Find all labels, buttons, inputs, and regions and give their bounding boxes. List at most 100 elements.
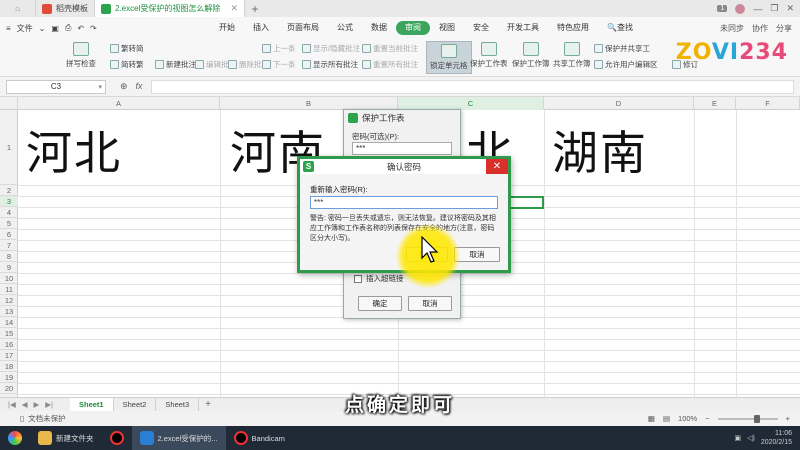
row-header-16[interactable]: 16: [0, 339, 18, 350]
reset-all-comments-button[interactable]: 重置所有批注: [362, 59, 418, 70]
row-header-14[interactable]: 14: [0, 317, 18, 328]
name-box[interactable]: C3 ▾: [6, 79, 106, 94]
zoom-formula-icon[interactable]: ⊕: [120, 81, 128, 92]
column-header-a[interactable]: A: [18, 97, 220, 110]
collaborate-button[interactable]: 协作: [752, 23, 768, 34]
column-header-f[interactable]: F: [736, 97, 800, 110]
save-icon[interactable]: ▣: [51, 24, 59, 33]
share-workbook-button[interactable]: 共享工作簿: [553, 42, 591, 69]
allow-users-edit-button[interactable]: 允许用户编辑区: [594, 59, 658, 70]
menu-item-page-layout[interactable]: 页面布局: [278, 21, 328, 35]
menu-item-view[interactable]: 视图: [430, 21, 464, 35]
select-all-corner[interactable]: [0, 97, 18, 110]
maximize-icon[interactable]: ❐: [770, 3, 778, 14]
row-header-8[interactable]: 8: [0, 251, 18, 262]
protect-workbook-button[interactable]: 保护工作簿: [512, 42, 550, 69]
row-header-7[interactable]: 7: [0, 240, 18, 251]
menu-item-features[interactable]: 特色应用: [548, 21, 598, 35]
chevron-down-icon[interactable]: ▾: [98, 83, 102, 91]
menu-item-security[interactable]: 安全: [464, 21, 498, 35]
row-header-18[interactable]: 18: [0, 361, 18, 372]
taskbar-item-record[interactable]: [102, 426, 132, 450]
checkbox[interactable]: [354, 274, 362, 283]
clock[interactable]: 11:06 2020/2/15: [761, 429, 792, 447]
home-icon: ⌂: [15, 4, 20, 13]
row-header-12[interactable]: 12: [0, 295, 18, 306]
column-header-e[interactable]: E: [694, 97, 736, 110]
column-header-d[interactable]: D: [544, 97, 694, 110]
row-header-15[interactable]: 15: [0, 328, 18, 339]
close-icon[interactable]: ✕: [230, 3, 238, 14]
menu-item-developer[interactable]: 开发工具: [498, 21, 548, 35]
show-hide-comment-button[interactable]: 显示/隐藏批注: [302, 43, 360, 54]
file-menu[interactable]: 文件: [17, 23, 33, 34]
cell-a1[interactable]: 河北: [26, 117, 122, 183]
row-header-2[interactable]: 2: [0, 185, 18, 196]
window-close-icon[interactable]: ✕: [786, 3, 794, 14]
formula-input[interactable]: [150, 79, 794, 94]
row-header-10[interactable]: 10: [0, 273, 18, 284]
close-icon[interactable]: ✕: [486, 159, 508, 174]
password-field[interactable]: ***: [352, 142, 452, 155]
chevron-down-icon[interactable]: ⌄: [39, 24, 46, 33]
taskbar-item-folder[interactable]: 新建文件夹: [30, 426, 102, 450]
spell-check-button[interactable]: 拼写检查: [66, 42, 96, 69]
simp-to-trad-button[interactable]: 简转繁: [110, 59, 144, 70]
tray-volume-icon[interactable]: ◁): [747, 434, 755, 442]
fx-icon[interactable]: fx: [136, 81, 143, 92]
protect-sheet-button[interactable]: 保护工作表: [470, 42, 508, 69]
menu-item-start[interactable]: 开始: [210, 21, 244, 35]
taskbar-item-wps[interactable]: 2.excel受保护的...: [131, 426, 226, 450]
row-header-3[interactable]: 3: [0, 196, 18, 207]
row-header-13[interactable]: 13: [0, 306, 18, 317]
record-icon: [109, 431, 124, 445]
tab-current-workbook[interactable]: 2.excel受保护的视图怎么解除 ✕: [95, 0, 245, 17]
tray-network-icon[interactable]: ▣: [735, 434, 742, 442]
lock-cell-button[interactable]: 锁定单元格: [426, 41, 472, 74]
trad-to-simp-button[interactable]: 繁转简: [110, 43, 144, 54]
share-button[interactable]: 分享: [776, 23, 792, 34]
notification-badge[interactable]: 1: [717, 5, 728, 12]
menu-item-review[interactable]: 审阅: [396, 21, 430, 35]
reenter-password-field[interactable]: ***: [310, 196, 498, 209]
row-header-1[interactable]: 1: [0, 110, 18, 185]
confirm-cancel-button[interactable]: 取消: [454, 247, 500, 262]
row-header-5[interactable]: 5: [0, 218, 18, 229]
new-tab-button[interactable]: +: [245, 2, 265, 16]
show-all-comments-button[interactable]: 显示所有批注: [302, 59, 358, 70]
zoom-slider[interactable]: [717, 414, 778, 423]
row-header-19[interactable]: 19: [0, 372, 18, 383]
start-button[interactable]: [0, 426, 30, 450]
undo-icon[interactable]: ↶: [77, 24, 84, 33]
next-comment-button[interactable]: 下一条: [262, 59, 296, 70]
new-comment-button[interactable]: 新建批注: [155, 59, 196, 70]
cell-d1[interactable]: 湖南: [552, 117, 648, 183]
row-header-17[interactable]: 17: [0, 350, 18, 361]
menu-item-insert[interactable]: 插入: [244, 21, 278, 35]
minimize-icon[interactable]: —: [753, 4, 762, 14]
prev-comment-button[interactable]: 上一条: [262, 43, 296, 54]
sync-status[interactable]: 未同步: [720, 23, 744, 34]
row-header-9[interactable]: 9: [0, 262, 18, 273]
reset-current-comment-button[interactable]: 重置当前批注: [362, 43, 418, 54]
docer-icon: [42, 3, 52, 14]
protect-cancel-button[interactable]: 取消: [408, 296, 452, 311]
protect-and-share-button[interactable]: 保护并共享工: [594, 43, 650, 54]
home-tab[interactable]: ⌂: [0, 0, 36, 17]
menu-icon[interactable]: ≡: [6, 24, 11, 33]
row-headers: 1 2 3 4 5 6 7 8 9 10 11 12 13 14 15 16 17 18 19 20: [0, 110, 18, 400]
option-insert-hyperlink[interactable]: 插入超链接: [354, 273, 404, 284]
row-header-6[interactable]: 6: [0, 229, 18, 240]
redo-icon[interactable]: ↷: [90, 24, 97, 33]
print-icon[interactable]: ⎙: [65, 23, 71, 33]
tab-docer-templates[interactable]: 稻壳模板: [36, 0, 95, 17]
allow-edit-icon: [594, 60, 603, 69]
menu-item-formula[interactable]: 公式: [328, 21, 362, 35]
search-button[interactable]: 🔍查找: [598, 21, 642, 35]
row-header-11[interactable]: 11: [0, 284, 18, 295]
taskbar-item-bandicam[interactable]: Bandicam: [226, 426, 293, 450]
protect-ok-button[interactable]: 确定: [358, 296, 402, 311]
avatar[interactable]: [735, 3, 746, 14]
row-header-4[interactable]: 4: [0, 207, 18, 218]
menu-item-data[interactable]: 数据: [362, 21, 396, 35]
